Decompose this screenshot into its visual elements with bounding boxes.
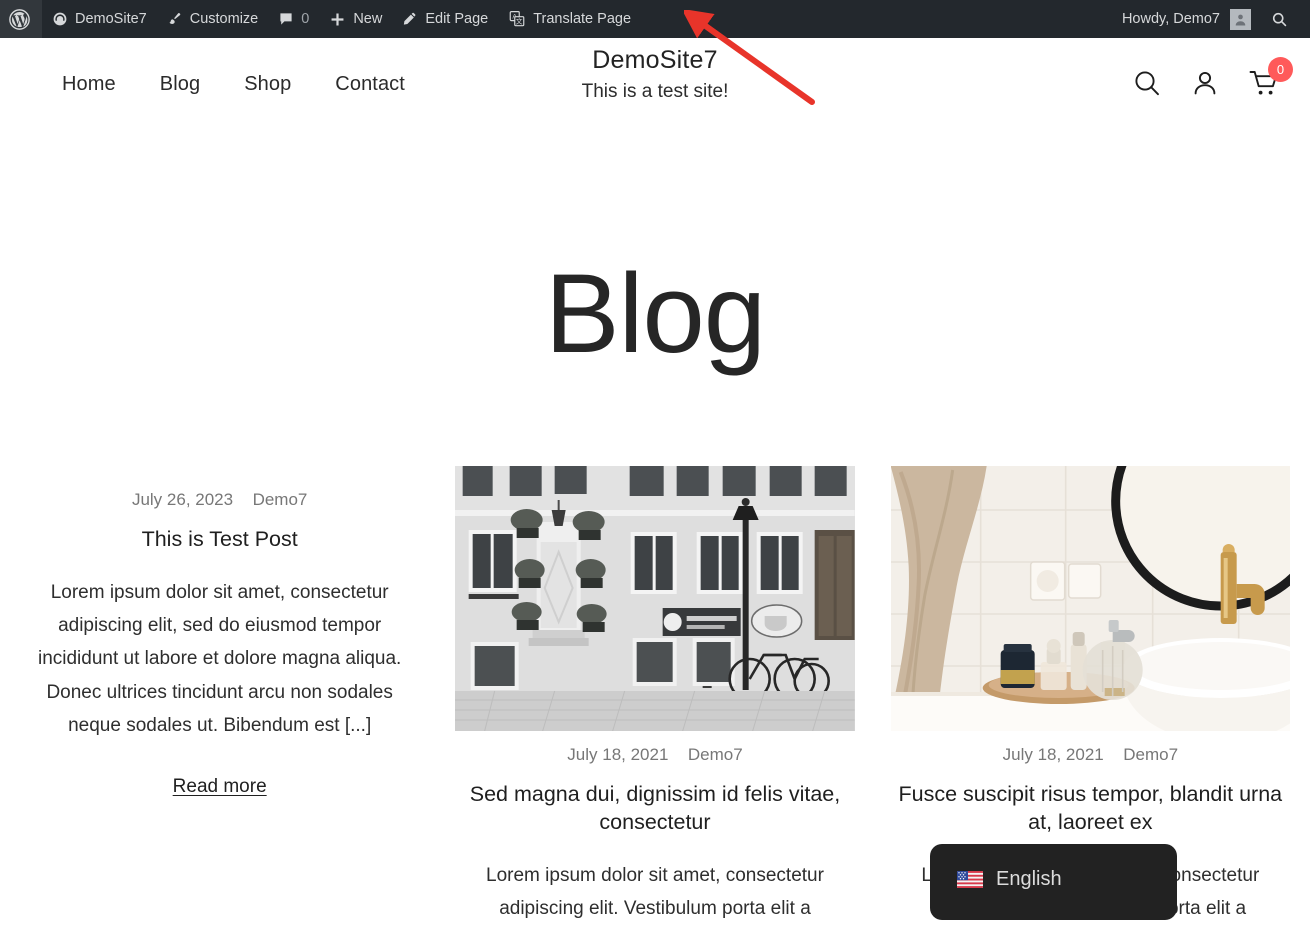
admin-bar-howdy-label: Howdy, Demo7 — [1121, 11, 1220, 27]
header-cart-button[interactable]: 0 — [1248, 56, 1293, 101]
post-date: July 18, 2021 — [1002, 745, 1104, 764]
post-title[interactable]: This is Test Post — [20, 526, 419, 554]
post-meta: July 26, 2023 Demo7 — [20, 490, 419, 510]
header-account-button[interactable] — [1190, 68, 1220, 101]
admin-bar-item-site-name[interactable]: DemoSite7 — [42, 0, 157, 38]
admin-bar-left-group: DemoSite7 Customize 0 New Edit Page 文 Tr… — [0, 0, 641, 38]
language-switcher-label: English — [996, 868, 1062, 890]
admin-bar-right-group: Howdy, Demo7 — [1112, 0, 1310, 38]
pencil-icon — [402, 11, 418, 27]
admin-bar-new-label: New — [353, 11, 383, 27]
header-tools: 0 — [1132, 56, 1293, 101]
cart-count-badge: 0 — [1268, 56, 1293, 82]
post-author: Demo7 — [687, 745, 743, 764]
nav-item-contact[interactable]: Contact — [313, 67, 427, 102]
site-header: Home Blog Shop Contact DemoSite7 This is… — [0, 38, 1310, 130]
language-switcher[interactable]: English — [930, 844, 1177, 920]
post-card: July 18, 2021 Demo7 Sed magna dui, digni… — [455, 466, 855, 925]
post-meta: July 18, 2021 Demo7 — [891, 745, 1290, 765]
header-search-button[interactable] — [1132, 68, 1162, 101]
post-excerpt: Lorem ipsum dolor sit amet, consectetur … — [37, 581, 402, 736]
site-title[interactable]: DemoSite7 — [582, 46, 729, 75]
admin-bar-item-edit-page[interactable]: Edit Page — [392, 0, 498, 38]
post-date: July 26, 2023 — [131, 490, 234, 509]
nav-item-blog[interactable]: Blog — [138, 67, 222, 102]
post-thumbnail[interactable] — [890, 466, 1290, 731]
user-account-icon — [1190, 68, 1220, 101]
read-more-link[interactable]: Read more — [173, 776, 267, 798]
paintbrush-icon — [167, 11, 183, 27]
user-avatar-icon — [1230, 8, 1251, 30]
page-title: Blog — [544, 251, 766, 376]
post-title[interactable]: Fusce suscipit risus tempor, blandit urn… — [891, 781, 1290, 837]
post-author: Demo7 — [1123, 745, 1179, 764]
admin-bar-item-comments[interactable]: 0 — [268, 0, 319, 38]
wordpress-logo-button[interactable] — [0, 0, 42, 38]
wp-admin-bar: DemoSite7 Customize 0 New Edit Page 文 Tr… — [0, 0, 1310, 38]
search-icon — [1132, 68, 1162, 101]
admin-bar-item-customize[interactable]: Customize — [157, 0, 269, 38]
site-branding: DemoSite7 This is a test site! — [582, 46, 729, 103]
admin-bar-item-new[interactable]: New — [319, 0, 392, 38]
post-card: July 26, 2023 Demo7 This is Test Post Lo… — [20, 466, 419, 925]
admin-bar-translate-page-label: Translate Page — [533, 11, 632, 27]
admin-bar-customize-label: Customize — [189, 11, 259, 27]
search-icon — [1271, 11, 1288, 28]
plus-icon — [329, 11, 346, 28]
dashboard-icon — [52, 11, 68, 27]
primary-navigation: Home Blog Shop Contact — [40, 67, 427, 102]
nav-item-home[interactable]: Home — [40, 67, 138, 102]
post-excerpt: Lorem ipsum dolor sit amet, consectetur … — [486, 864, 824, 920]
site-tagline: This is a test site! — [581, 81, 729, 102]
comment-bubble-icon — [278, 11, 294, 27]
translate-icon: A 文 — [508, 10, 526, 28]
admin-bar-comment-count: 0 — [301, 11, 310, 27]
street-building-photo — [455, 466, 855, 731]
us-flag-icon — [957, 871, 983, 888]
admin-bar-item-translate-page[interactable]: A 文 Translate Page — [498, 0, 641, 38]
admin-bar-my-account[interactable]: Howdy, Demo7 — [1112, 0, 1261, 38]
nav-item-shop[interactable]: Shop — [222, 67, 313, 102]
svg-text:文: 文 — [516, 16, 523, 25]
admin-bar-search-button[interactable] — [1261, 0, 1302, 38]
post-title[interactable]: Sed magna dui, dignissim id felis vitae,… — [455, 781, 854, 837]
language-switcher-current: English — [957, 868, 1062, 891]
post-meta: July 18, 2021 Demo7 — [455, 745, 854, 765]
admin-bar-edit-page-label: Edit Page — [425, 11, 489, 27]
admin-bar-site-name-label: DemoSite7 — [75, 11, 147, 27]
wordpress-logo-icon — [9, 8, 30, 30]
main-content: Blog July 26, 2023 Demo7 This is Test Po… — [0, 130, 1310, 925]
post-thumbnail[interactable] — [455, 466, 855, 731]
bathroom-sink-photo — [890, 466, 1290, 731]
post-date: July 18, 2021 — [567, 745, 669, 764]
post-author: Demo7 — [252, 490, 308, 509]
